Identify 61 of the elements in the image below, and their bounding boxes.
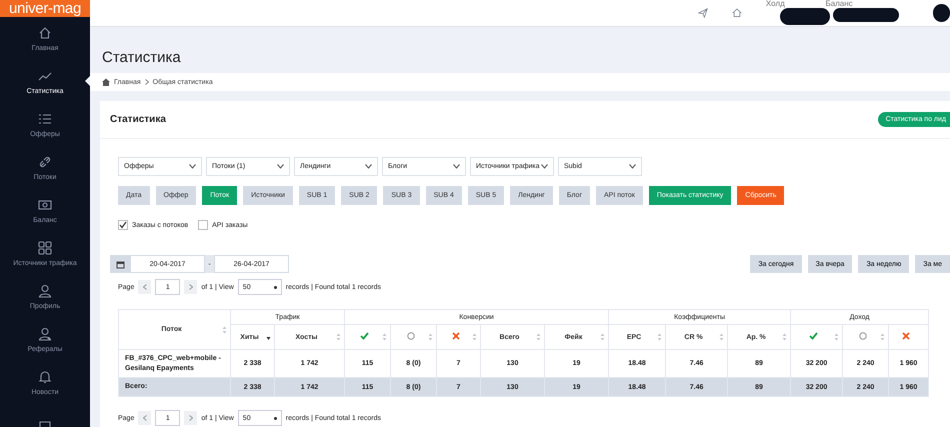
sort-icon[interactable] [536,333,541,341]
chevron-icon [189,164,196,169]
chevron-right-icon [188,284,193,290]
cross-icon [902,332,910,340]
clock-icon [858,332,867,340]
calendar-icon [116,260,124,268]
link-icon [38,154,52,168]
column-header[interactable] [888,324,929,350]
sort-icon[interactable] [428,333,433,341]
bell-icon [38,370,52,384]
column-header[interactable] [390,324,436,350]
previous-page-button[interactable] [138,280,152,294]
previous-page-button[interactable] [138,411,152,425]
chevron-icon [144,79,149,86]
redaction-mark [780,8,830,25]
sort-icon[interactable] [222,326,227,334]
chevron-left-icon [142,284,147,290]
check-icon [809,332,818,340]
sort-icon[interactable] [719,333,724,341]
home-icon [38,26,52,40]
cross-icon [452,332,460,340]
sort-icon[interactable] [834,333,840,341]
home-icon[interactable] [732,6,742,20]
sort-icon[interactable] [382,333,387,341]
chevron-icon [629,164,636,169]
card-title: Статистика [110,114,166,125]
next-page-button[interactable] [184,280,198,294]
column-header[interactable] [436,324,480,350]
redaction-mark [833,8,900,22]
sort-icon[interactable] [336,333,341,341]
clock-icon [406,332,414,340]
chevron-icon [277,164,284,169]
home-icon [102,78,110,86]
user-plus-icon [38,326,52,340]
chevron-icon [365,164,372,169]
hold-label: Холд [766,0,786,8]
column-header[interactable] [842,324,889,350]
redaction-mark [932,4,950,22]
sort-icon[interactable] [600,333,606,341]
chevron-left-icon [142,415,147,421]
calendar-button[interactable] [110,255,130,273]
next-page-button[interactable] [184,411,198,425]
grid-icon [38,240,52,254]
sort-icon[interactable] [472,333,477,341]
chevron-right-icon [188,415,193,421]
user-icon [38,284,52,298]
page-title: Статистика [102,49,182,68]
chevron-icon [541,164,548,169]
column-header[interactable] [790,324,843,350]
column-header[interactable] [344,324,390,350]
money-icon [38,198,52,212]
sort-icon[interactable] [782,333,788,341]
list-icon [38,112,52,126]
balance-label: Баланс [825,0,854,8]
sort-icon[interactable] [657,333,662,341]
checkbox[interactable] [118,220,128,230]
chevron-icon [453,164,460,169]
check-icon [360,332,369,340]
checkbox[interactable] [198,220,208,230]
sort-icon[interactable] [880,333,886,341]
paper-plane-icon[interactable] [698,6,708,20]
